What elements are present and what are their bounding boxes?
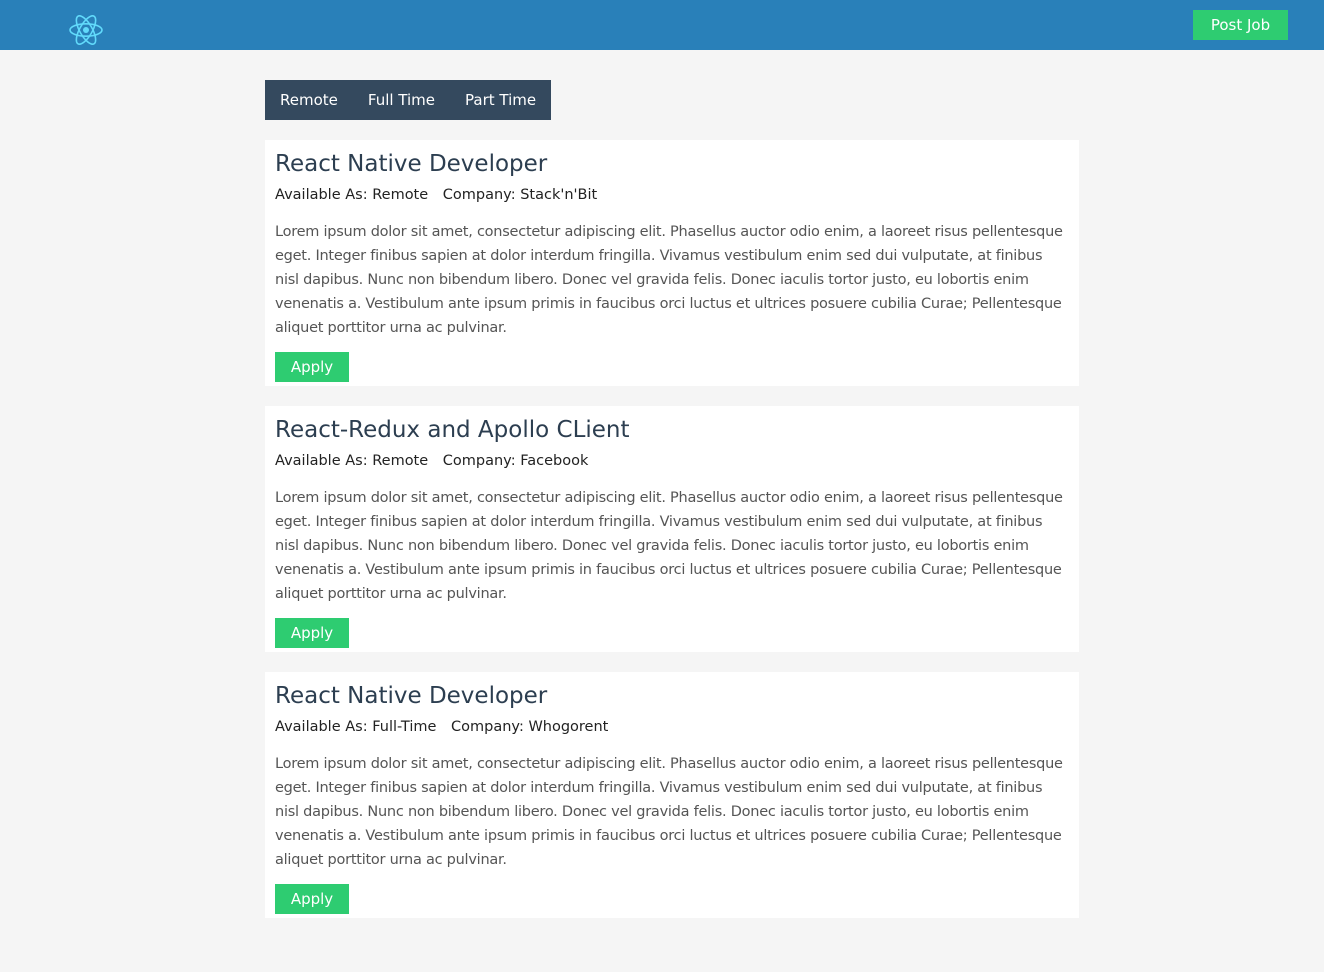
available-as-value: Remote: [372, 187, 429, 203]
job-card: React Native Developer Available As: Ful…: [265, 672, 1079, 918]
available-as-value: Remote: [372, 453, 429, 469]
react-atom-icon[interactable]: [68, 12, 104, 48]
job-card: React Native Developer Available As: Rem…: [265, 140, 1079, 386]
company-value: Facebook: [520, 453, 589, 469]
available-as-label: Available As:: [275, 719, 368, 735]
company-label: Company:: [451, 719, 524, 735]
top-navbar: Post Job: [0, 0, 1324, 50]
job-meta: Available As: Remote Company: Stack'n'Bi…: [275, 186, 1069, 204]
post-job-button[interactable]: Post Job: [1193, 10, 1288, 40]
job-meta: Available As: Remote Company: Facebook: [275, 452, 1069, 470]
company-value: Whogorent: [528, 719, 609, 735]
job-description: Lorem ipsum dolor sit amet, consectetur …: [275, 224, 1063, 336]
apply-button[interactable]: Apply: [275, 352, 349, 382]
job-title: React-Redux and Apollo CLient: [275, 417, 630, 443]
job-title: React Native Developer: [275, 151, 548, 177]
job-type-filter-bar: Remote Full Time Part Time: [265, 80, 552, 120]
company-label: Company:: [442, 187, 516, 203]
job-meta: Available As: Full-Time Company: Whogore…: [275, 718, 1069, 736]
available-as-label: Available As:: [275, 187, 368, 203]
filter-remote[interactable]: Remote: [265, 80, 353, 120]
job-description: Lorem ipsum dolor sit amet, consectetur …: [275, 490, 1063, 602]
job-description: Lorem ipsum dolor sit amet, consectetur …: [275, 756, 1063, 868]
apply-button[interactable]: Apply: [275, 618, 349, 648]
filter-full-time[interactable]: Full Time: [353, 80, 450, 120]
job-title: React Native Developer: [275, 683, 548, 709]
apply-button[interactable]: Apply: [275, 884, 349, 914]
company-label: Company:: [442, 453, 516, 469]
job-card: React-Redux and Apollo CLient Available …: [265, 406, 1079, 652]
available-as-label: Available As:: [275, 453, 368, 469]
filter-part-time[interactable]: Part Time: [450, 80, 551, 120]
company-value: Stack'n'Bit: [520, 187, 598, 203]
job-listing-area: Remote Full Time Part Time React Native …: [265, 80, 1079, 918]
available-as-value: Full-Time: [372, 719, 437, 735]
